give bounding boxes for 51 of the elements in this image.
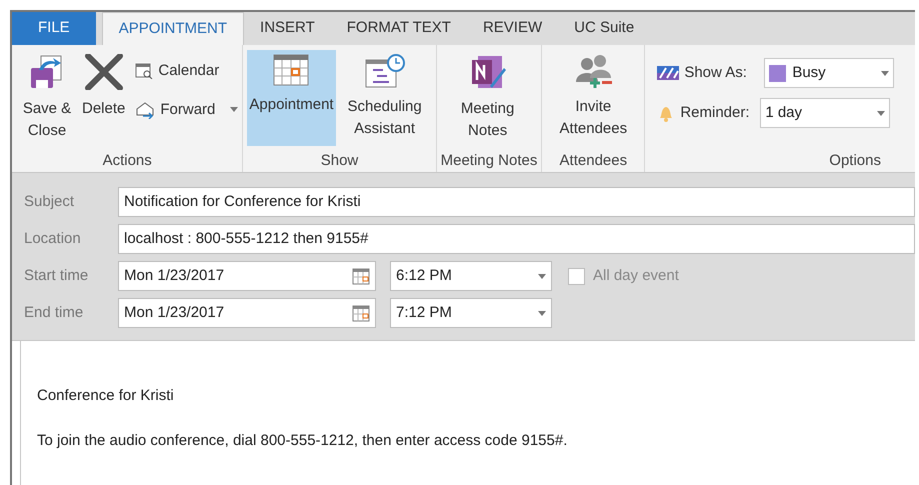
dropdown-field[interactable]: Busy <box>764 58 894 88</box>
dropdown-arrow-icon <box>538 274 546 278</box>
dropdown-arrow-icon <box>881 70 890 76</box>
dropdown-arrow-icon <box>538 310 546 316</box>
calendar-icon <box>352 268 370 284</box>
ribbon-button[interactable]: Save & Close <box>16 50 78 146</box>
ribbon-tab[interactable]: FILE <box>12 12 96 45</box>
calendar-search-icon <box>135 63 154 80</box>
calendar-icon <box>352 304 370 322</box>
text-field[interactable]: localhost : 800-555-1212 then 9155# <box>118 224 915 254</box>
ribbon-tab[interactable]: FORMAT TEXT <box>330 12 467 45</box>
notebook-pencil-icon <box>470 54 506 90</box>
dropdown-field[interactable]: 1 day <box>760 98 890 128</box>
dropdown-arrow-icon <box>877 110 886 116</box>
ribbon-button[interactable]: Calendar <box>135 60 238 82</box>
group-label: Actions <box>102 151 153 171</box>
ribbon-button[interactable]: Scheduling Assistant <box>338 50 432 146</box>
ribbon-button[interactable]: Delete <box>80 50 128 146</box>
stripes-icon <box>657 66 680 80</box>
ribbon-button[interactable]: Meeting Notes <box>440 50 535 146</box>
people-plus-icon <box>573 54 614 88</box>
body-paragraph: Conference for Kristi <box>37 386 175 406</box>
time-dropdown[interactable]: 7:12 PM <box>390 298 552 328</box>
body-paragraph: To join the audio conference, dial 800-555-1212, then enter access code 9155#. <box>37 430 568 450</box>
group-label: Options <box>828 151 882 171</box>
date-field[interactable]: Mon 1/23/2017 <box>118 261 376 291</box>
group-label: Meeting Notes <box>440 151 538 171</box>
field-label: Start time <box>23 266 90 286</box>
group-label: Show <box>320 151 360 171</box>
checkbox[interactable] <box>568 268 585 284</box>
envelope-arrow-icon <box>135 100 156 119</box>
schedule-clock-icon <box>364 54 405 88</box>
calendar-grid-icon <box>273 54 310 86</box>
ribbon-button[interactable]: Invite Attendees <box>546 50 640 146</box>
field-label: End time <box>23 302 84 323</box>
date-field[interactable]: Mon 1/23/2017 <box>118 298 376 328</box>
group-label: Attendees <box>558 151 628 171</box>
time-dropdown[interactable]: 6:12 PM <box>390 261 552 291</box>
field-label: Reminder: <box>680 102 751 123</box>
ribbon-tab[interactable]: INSERT <box>244 12 331 45</box>
ribbon-button[interactable]: Appointment <box>247 50 336 146</box>
ribbon-tab[interactable]: UC Suite <box>558 12 650 45</box>
checkbox-label: All day event <box>593 266 679 286</box>
field-label: Show As: <box>684 62 748 83</box>
ribbon-tab[interactable]: APPOINTMENT <box>102 12 244 45</box>
delete-x-icon <box>84 54 124 90</box>
ribbon-tab[interactable]: REVIEW <box>466 12 558 45</box>
field-label: Location <box>23 228 82 249</box>
ribbon-button[interactable]: Forward <box>135 98 238 121</box>
text-field[interactable]: Notification for Conference for Kristi <box>118 187 915 217</box>
field-label: Subject <box>23 192 76 212</box>
